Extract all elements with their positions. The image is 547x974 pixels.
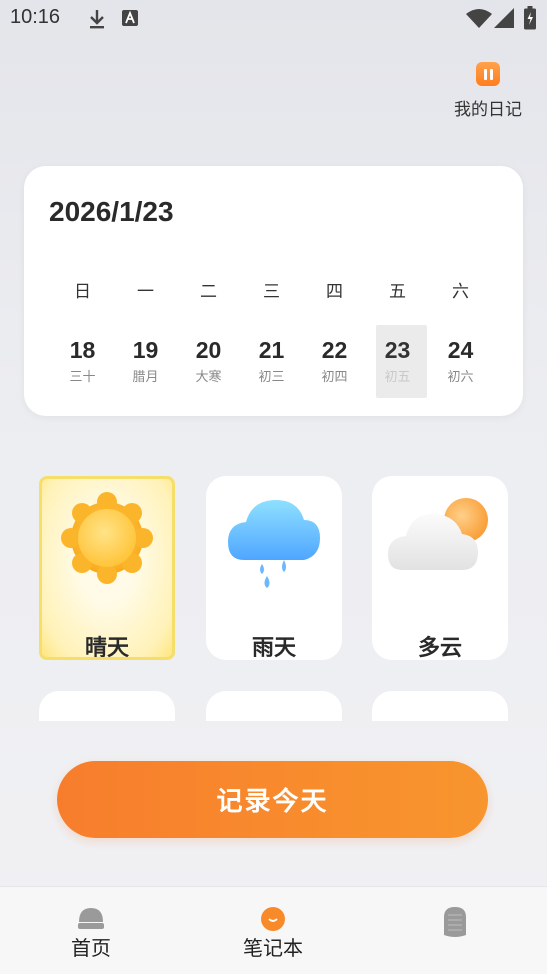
lunar-date: 初三 [258, 370, 285, 385]
day-cell-18[interactable]: 18 三十 [51, 325, 114, 398]
day-number: 22 [321, 337, 348, 363]
lunar-date: 腊月 [132, 370, 159, 385]
day-number: 18 [69, 337, 96, 363]
weekday-label: 四 [326, 282, 343, 302]
notebook-icon [261, 907, 285, 931]
calendar-date[interactable]: 2026/1/23 [49, 196, 174, 228]
day-number: 23 [384, 337, 411, 363]
weather-option-rainy[interactable]: 雨天 [206, 476, 342, 660]
nav-item-home[interactable]: 首页 [31, 887, 151, 974]
day-cell-24[interactable]: 24 初六 [429, 325, 492, 398]
weekday-label: 六 [452, 282, 469, 302]
day-number: 19 [132, 337, 159, 363]
profile-icon [444, 907, 466, 937]
weekday-label: 五 [389, 282, 406, 302]
day-number: 20 [195, 337, 222, 363]
download-icon [90, 10, 104, 29]
day-cell-23-selected[interactable]: 23 初五 [366, 325, 429, 398]
bottom-nav: 首页 笔记本 [0, 886, 547, 974]
weather-option-card[interactable] [39, 691, 175, 721]
day-cell-19[interactable]: 19 腊月 [114, 325, 177, 398]
weekday-label: 二 [200, 282, 217, 302]
nav-item-profile[interactable] [395, 887, 515, 974]
status-time: 10:16 [10, 6, 61, 28]
lunar-date: 初四 [321, 370, 348, 385]
lunar-date: 初六 [447, 370, 474, 385]
a-icon [122, 10, 138, 26]
nav-item-notebook[interactable]: 笔记本 [213, 887, 333, 974]
weather-label: 雨天 [251, 636, 296, 660]
day-cell-20[interactable]: 20 大寒 [177, 325, 240, 398]
cloudy-icon [388, 498, 488, 570]
day-cell-21[interactable]: 21 初三 [240, 325, 303, 398]
weather-label: 多云 [417, 636, 462, 660]
my-diary-label: 我的日记 [454, 100, 522, 120]
calendar-card: 2026/1/23 日 一 二 三 四 五 六 18 三十 19 腊月 20 大… [24, 166, 523, 416]
day-row: 18 三十 19 腊月 20 大寒 21 初三 22 初四 23 初五 24 初… [51, 325, 492, 398]
weekday-label: 三 [263, 282, 280, 302]
weekday-label: 一 [137, 282, 154, 302]
rain-cloud-icon [228, 500, 320, 588]
lunar-date: 三十 [69, 370, 96, 385]
weekday-row: 日 一 二 三 四 五 六 [51, 277, 492, 302]
status-bar: 10:16 [0, 0, 547, 38]
weather-option-card[interactable] [372, 691, 508, 721]
day-number: 21 [258, 337, 285, 363]
weather-label: 晴天 [84, 636, 129, 660]
pause-icon [476, 62, 500, 86]
battery-icon [524, 6, 536, 30]
weather-option-cloudy[interactable]: 多云 [372, 476, 508, 660]
my-diary-button[interactable]: 我的日记 [448, 60, 528, 120]
home-icon [78, 908, 104, 929]
wifi-icon [466, 9, 492, 28]
day-number: 24 [447, 337, 474, 363]
weather-option-sunny[interactable]: 晴天 [39, 476, 175, 660]
nav-label-home: 首页 [71, 936, 111, 960]
day-cell-22[interactable]: 22 初四 [303, 325, 366, 398]
lunar-date: 初五 [384, 370, 411, 385]
signal-icon [494, 8, 514, 28]
sun-icon [61, 492, 153, 584]
nav-label-notebook: 笔记本 [243, 936, 303, 960]
record-today-button[interactable]: 记录今天 [57, 761, 488, 838]
weekday-label: 日 [74, 282, 91, 302]
weather-option-card[interactable] [206, 691, 342, 721]
lunar-date: 大寒 [195, 370, 222, 385]
